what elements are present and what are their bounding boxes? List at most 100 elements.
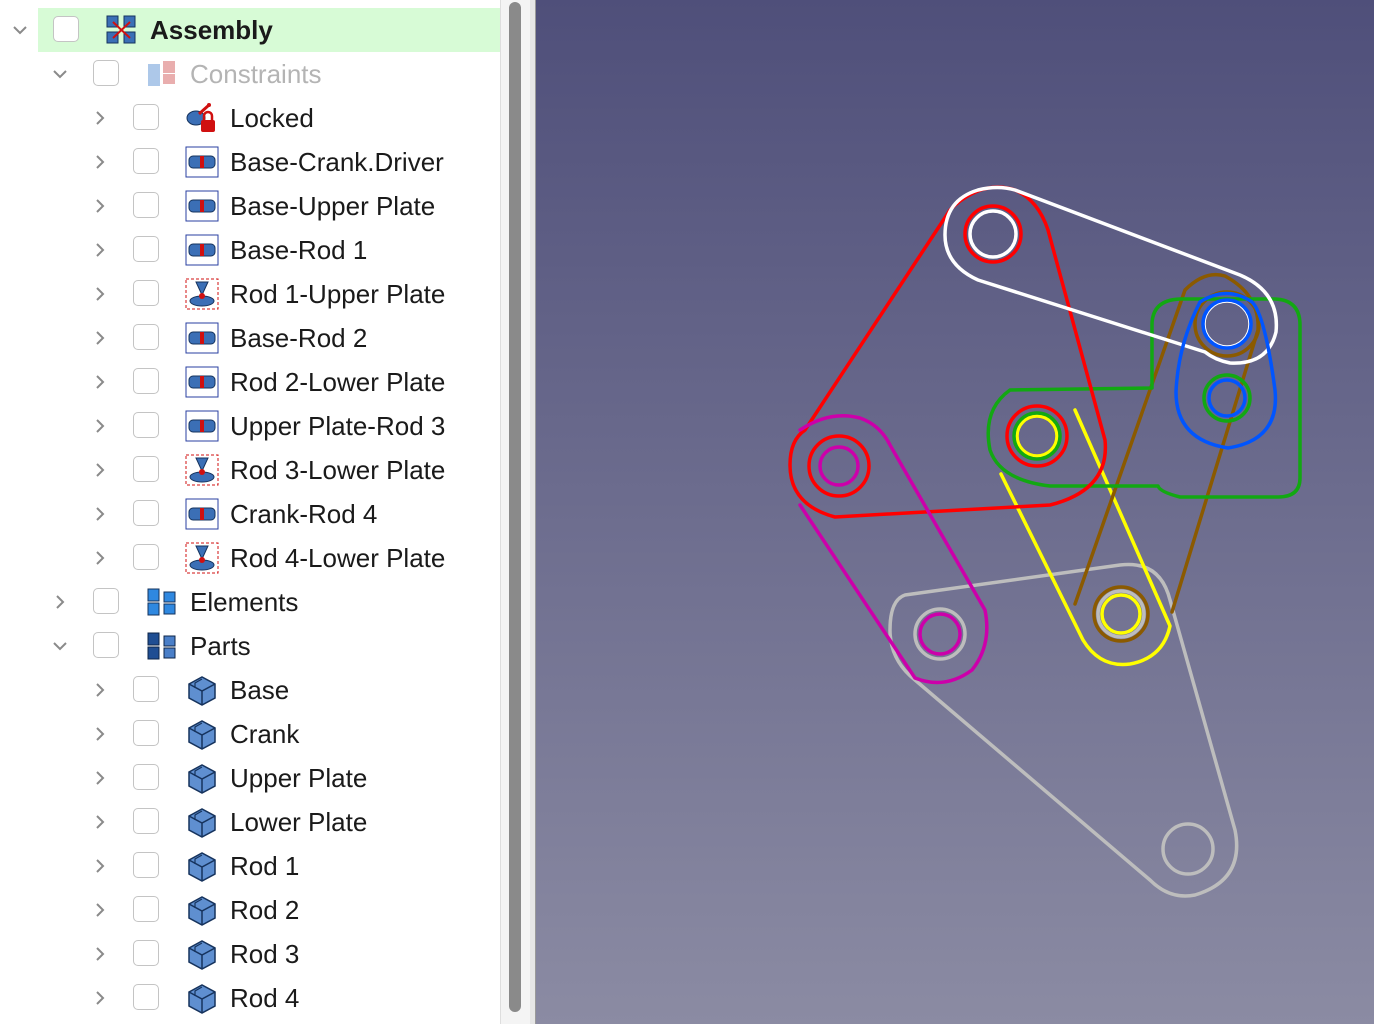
chevron-right-icon[interactable]	[90, 680, 110, 700]
tree-item-label: Rod 2	[230, 895, 300, 925]
tree-row[interactable]: Upper Plate-Rod 3	[0, 404, 500, 448]
tree-item-label: Rod 2-Lower Plate	[230, 367, 446, 397]
tree-item-label: Upper Plate-Rod 3	[230, 411, 446, 441]
tree-row[interactable]: Crank-Rod 4	[0, 492, 500, 536]
tree-item-label: Base-Crank.Driver	[230, 147, 444, 177]
tree-row[interactable]: Rod 2	[0, 888, 500, 932]
tree-row[interactable]: Rod 4-Lower Plate	[0, 536, 500, 580]
chevron-right-icon[interactable]	[90, 152, 110, 172]
model-tree-panel: Assembly Constraints Locked Base-Crank.Driv…	[0, 0, 500, 1024]
visibility-checkbox[interactable]	[133, 324, 159, 350]
tree-row[interactable]: Locked	[0, 96, 500, 140]
tree-item-label: Base-Rod 2	[230, 323, 368, 353]
plane-coincident-icon	[185, 366, 219, 398]
tree-item-label: Parts	[190, 631, 251, 661]
tree-item-label: Base-Upper Plate	[230, 191, 436, 221]
visibility-checkbox[interactable]	[133, 940, 159, 966]
chevron-down-icon[interactable]	[10, 20, 30, 40]
tree-row[interactable]: Rod 3	[0, 932, 500, 976]
tree-item-label: Elements	[190, 587, 299, 617]
tree-row[interactable]: Upper Plate	[0, 756, 500, 800]
tree-item-label: Rod 4	[230, 983, 300, 1013]
visibility-checkbox[interactable]	[133, 896, 159, 922]
part-icon	[185, 850, 219, 882]
tree-item-label: Rod 3	[230, 939, 300, 969]
visibility-checkbox[interactable]	[133, 368, 159, 394]
tree-row[interactable]: Rod 1	[0, 844, 500, 888]
chevron-right-icon[interactable]	[50, 592, 70, 612]
plane-coincident-icon	[185, 498, 219, 530]
axial-constraint-icon	[185, 454, 219, 486]
visibility-checkbox[interactable]	[93, 588, 119, 614]
tree-item-label: Base	[230, 675, 290, 705]
chevron-down-icon[interactable]	[50, 636, 70, 656]
tree-row[interactable]: Base-Rod 1	[0, 228, 500, 272]
visibility-checkbox[interactable]	[133, 192, 159, 218]
chevron-down-icon[interactable]	[50, 64, 70, 84]
chevron-right-icon[interactable]	[90, 988, 110, 1008]
tree-row[interactable]: Crank	[0, 712, 500, 756]
chevron-right-icon[interactable]	[90, 328, 110, 348]
chevron-right-icon[interactable]	[90, 240, 110, 260]
visibility-checkbox[interactable]	[133, 280, 159, 306]
part-icon	[185, 894, 219, 926]
tree-row[interactable]: Rod 4	[0, 976, 500, 1020]
visibility-checkbox[interactable]	[133, 104, 159, 130]
chevron-right-icon[interactable]	[90, 460, 110, 480]
tree-item-label: Base-Rod 1	[230, 235, 368, 265]
tree-row[interactable]: Base-Rod 2	[0, 316, 500, 360]
visibility-checkbox[interactable]	[133, 456, 159, 482]
tree-item-label: Locked	[230, 103, 314, 133]
visibility-checkbox[interactable]	[133, 148, 159, 174]
tree-row[interactable]: Rod 3-Lower Plate	[0, 448, 500, 492]
tree-row[interactable]: Parts	[0, 624, 500, 668]
chevron-right-icon[interactable]	[90, 812, 110, 832]
visibility-checkbox[interactable]	[133, 984, 159, 1010]
visibility-checkbox[interactable]	[133, 500, 159, 526]
3d-viewport[interactable]	[536, 0, 1374, 1024]
scrollbar-thumb[interactable]	[509, 2, 521, 1012]
part-icon	[185, 982, 219, 1014]
tree-row[interactable]: Rod 2-Lower Plate	[0, 360, 500, 404]
tree-item-label: Rod 1	[230, 851, 300, 881]
chevron-right-icon[interactable]	[90, 196, 110, 216]
visibility-checkbox[interactable]	[133, 412, 159, 438]
tree-row[interactable]: Base	[0, 668, 500, 712]
visibility-checkbox[interactable]	[133, 808, 159, 834]
tree-item-label: Lower Plate	[230, 807, 368, 837]
chevron-right-icon[interactable]	[90, 900, 110, 920]
tree-row[interactable]: Base-Upper Plate	[0, 184, 500, 228]
tree-row[interactable]: Base-Crank.Driver	[0, 140, 500, 184]
visibility-checkbox[interactable]	[133, 676, 159, 702]
viewport-canvas[interactable]	[536, 0, 1374, 1024]
visibility-checkbox[interactable]	[133, 764, 159, 790]
axial-constraint-icon	[185, 278, 219, 310]
plane-coincident-icon	[185, 234, 219, 266]
chevron-right-icon[interactable]	[90, 548, 110, 568]
chevron-right-icon[interactable]	[90, 768, 110, 788]
chevron-right-icon[interactable]	[90, 416, 110, 436]
chevron-right-icon[interactable]	[90, 856, 110, 876]
tree-row[interactable]: Rod 1-Upper Plate	[0, 272, 500, 316]
visibility-checkbox[interactable]	[133, 544, 159, 570]
tree-row[interactable]: Elements	[0, 580, 500, 624]
chevron-right-icon[interactable]	[90, 372, 110, 392]
chevron-right-icon[interactable]	[90, 724, 110, 744]
tree-scrollbar[interactable]	[500, 0, 530, 1024]
tree-row[interactable]: Assembly	[0, 8, 500, 52]
tree-row[interactable]: Lower Plate	[0, 800, 500, 844]
visibility-checkbox[interactable]	[133, 720, 159, 746]
chevron-right-icon[interactable]	[90, 284, 110, 304]
constraints-group-icon	[145, 58, 179, 90]
chevron-right-icon[interactable]	[90, 108, 110, 128]
chevron-right-icon[interactable]	[90, 944, 110, 964]
tree-item-label: Constraints	[190, 59, 322, 89]
tree-row[interactable]: Constraints	[0, 52, 500, 96]
visibility-checkbox[interactable]	[93, 632, 119, 658]
chevron-right-icon[interactable]	[90, 504, 110, 524]
visibility-checkbox[interactable]	[93, 60, 119, 86]
visibility-checkbox[interactable]	[133, 236, 159, 262]
plane-coincident-icon	[185, 322, 219, 354]
visibility-checkbox[interactable]	[133, 852, 159, 878]
visibility-checkbox[interactable]	[53, 16, 79, 42]
